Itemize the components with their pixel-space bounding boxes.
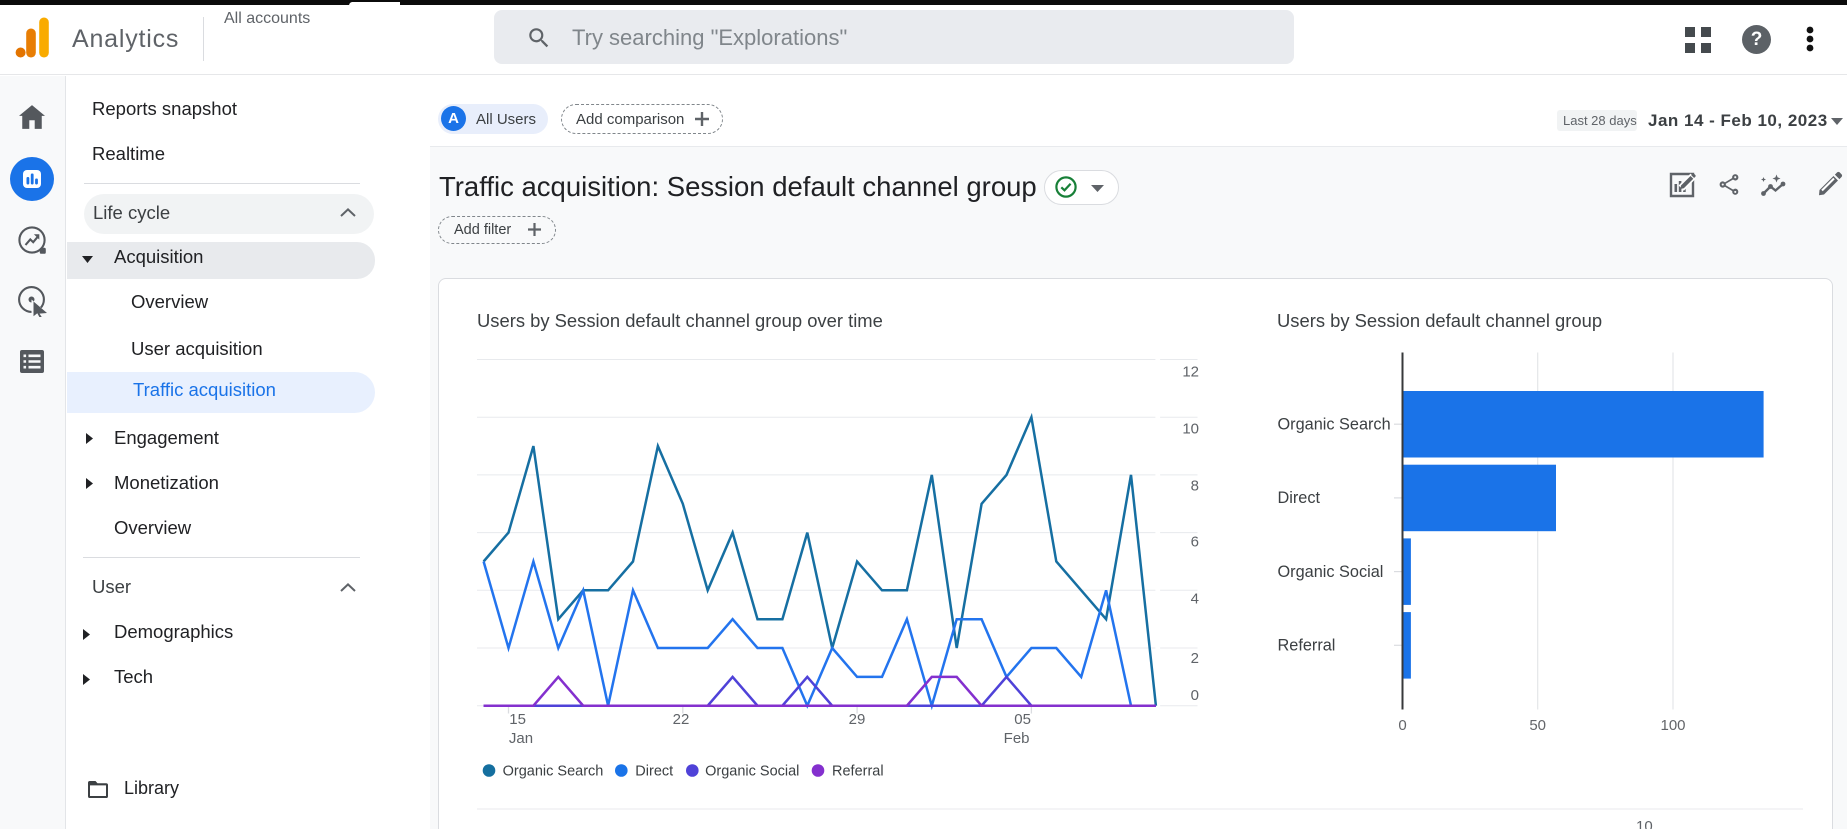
- svg-text:Users by Session default chann: Users by Session default channel group o…: [477, 310, 883, 331]
- svg-text:Organic Social: Organic Social: [705, 764, 799, 780]
- svg-text:15: 15: [509, 711, 526, 728]
- svg-text:8: 8: [1191, 478, 1199, 495]
- svg-text:0: 0: [1191, 687, 1199, 704]
- svg-text:100: 100: [1660, 717, 1685, 734]
- svg-text:4: 4: [1191, 591, 1199, 608]
- svg-text:6: 6: [1191, 534, 1199, 551]
- svg-text:2: 2: [1191, 650, 1199, 667]
- svg-text:50: 50: [1529, 717, 1546, 734]
- svg-text:22: 22: [673, 711, 690, 728]
- svg-text:10: 10: [1182, 421, 1199, 438]
- svg-text:10: 10: [1636, 818, 1653, 829]
- svg-text:12: 12: [1182, 363, 1199, 380]
- svg-text:Referral: Referral: [832, 764, 884, 780]
- svg-text:Organic Search: Organic Search: [503, 764, 604, 780]
- svg-text:Organic Search: Organic Search: [1278, 416, 1391, 434]
- svg-text:Direct: Direct: [635, 764, 673, 780]
- svg-text:Feb: Feb: [1004, 730, 1030, 747]
- svg-text:Users by Session default chann: Users by Session default channel group: [1277, 310, 1602, 331]
- svg-text:Jan: Jan: [509, 730, 533, 747]
- svg-text:05: 05: [1014, 711, 1031, 728]
- svg-text:Direct: Direct: [1278, 489, 1321, 507]
- svg-text:Organic Social: Organic Social: [1278, 563, 1384, 581]
- svg-text:29: 29: [849, 711, 866, 728]
- svg-text:Referral: Referral: [1278, 637, 1336, 655]
- svg-text:0: 0: [1398, 717, 1406, 734]
